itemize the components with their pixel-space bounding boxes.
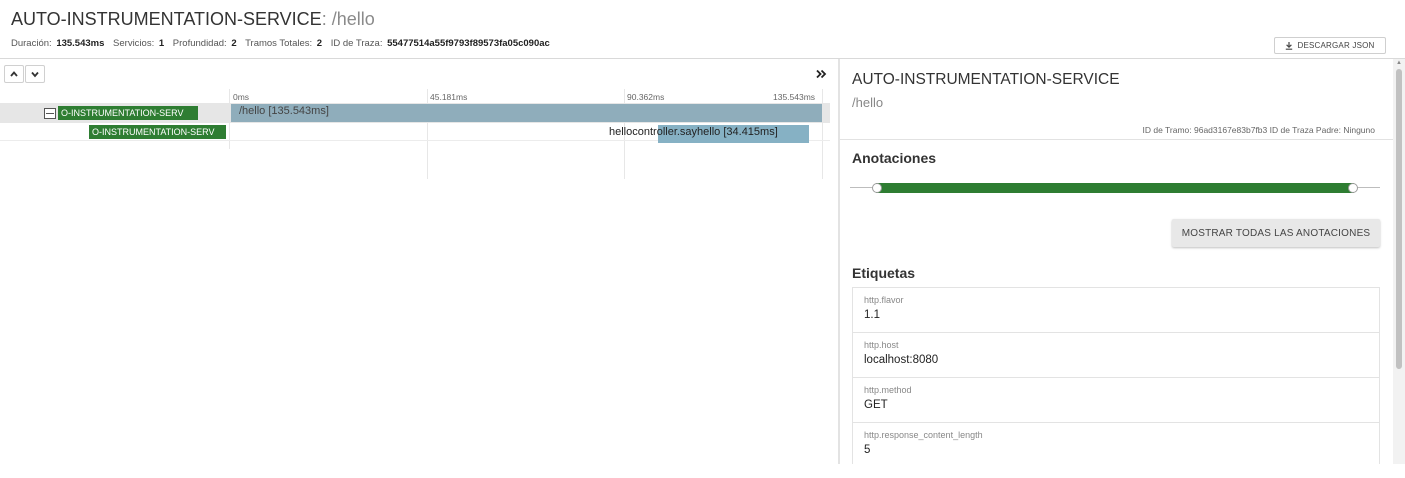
detail-scrollbar[interactable]: ▲ [1393,59,1405,464]
depth-value: 2 [231,38,237,49]
tag-key: http.response_content_length [864,430,983,440]
collapse-all-button[interactable] [4,65,24,83]
detail-divider [840,139,1393,140]
trace-title: AUTO-INSTRUMENTATION-SERVICE: /hello [11,9,375,30]
tick-label: 0ms [233,92,250,102]
tick-label: 135.543ms [773,92,816,102]
trace-header: AUTO-INSTRUMENTATION-SERVICE: /hello Dur… [0,0,1405,60]
show-all-annotations-button[interactable]: MOSTRAR TODAS LAS ANOTACIONES [1172,219,1380,247]
tag-key: http.flavor [864,295,904,305]
tag-item: http.response_content_length 5 [853,423,1379,464]
depth-label: Profundidad: [172,38,227,49]
span-label-root: /hello [135.543ms] [239,105,329,117]
chevron-up-icon [10,71,18,77]
trace-meta: Duración: 135.543ms Servicios: 1 Profund… [11,38,556,49]
tag-item: http.flavor 1.1 [853,288,1379,333]
total-spans-value: 2 [316,38,323,49]
annotations-heading: Anotaciones [852,150,937,166]
total-spans-label: Tramos Totales: [245,38,313,49]
tag-value: 1.1 [864,309,880,321]
tag-value: localhost:8080 [864,354,939,366]
trace-id-label: ID de Traza: [330,38,383,49]
tags-heading: Etiquetas [852,265,916,281]
annotation-marker[interactable] [1348,183,1358,193]
detail-service-name: AUTO-INSTRUMENTATION-SERVICE [852,71,1120,88]
service-tag: O-INSTRUMENTATION-SERV [89,125,226,139]
download-json-button[interactable]: DESCARGAR JSON [1274,37,1386,54]
annotations-bar [876,183,1354,193]
duration-label: Duración: [11,38,52,49]
span-label-child: hellocontroller.sayhello [34.415ms] [609,126,778,138]
collapse-toggle-icon[interactable] [44,108,56,119]
tags-list: http.flavor 1.1 http.host localhost:8080… [852,287,1380,464]
download-json-label: DESCARGAR JSON [1297,41,1375,50]
double-chevron-right-icon [816,69,827,79]
span-detail-panel: AUTO-INSTRUMENTATION-SERVICE /hello ID d… [840,59,1393,464]
trace-route: : /hello [321,9,375,29]
annotation-marker[interactable] [872,183,882,193]
tag-item: http.method GET [853,378,1379,423]
tag-item: http.host localhost:8080 [853,333,1379,378]
services-label: Servicios: [113,38,155,49]
detail-ids: ID de Tramo: 96ad3167e83b7fb3 ID de Traz… [1142,125,1376,135]
tag-key: http.method [864,385,912,395]
tick-label: 45.181ms [430,92,468,102]
scroll-up-arrow-icon[interactable]: ▲ [1396,60,1402,66]
scroll-thumb[interactable] [1396,69,1402,369]
tick-label: 90.362ms [627,92,665,102]
duration-value: 135.543ms [56,38,105,49]
service-tag: O-INSTRUMENTATION-SERV [58,106,198,120]
download-icon [1286,41,1293,50]
tag-value: GET [864,399,888,411]
tag-key: http.host [864,340,899,350]
tag-value: 5 [864,444,871,456]
expand-all-button[interactable] [25,65,45,83]
trace-service-name: AUTO-INSTRUMENTATION-SERVICE [11,9,322,29]
services-value: 1 [158,38,165,49]
detail-route: /hello [852,95,884,110]
toggle-detail-button[interactable] [812,66,830,82]
chevron-down-icon [31,71,39,78]
trace-id-value: 55477514a55f9793f89573fa05c090ac [387,38,550,49]
timeline-panel: 0ms 45.181ms 90.362ms 135.543ms O-INSTRU… [0,59,838,464]
